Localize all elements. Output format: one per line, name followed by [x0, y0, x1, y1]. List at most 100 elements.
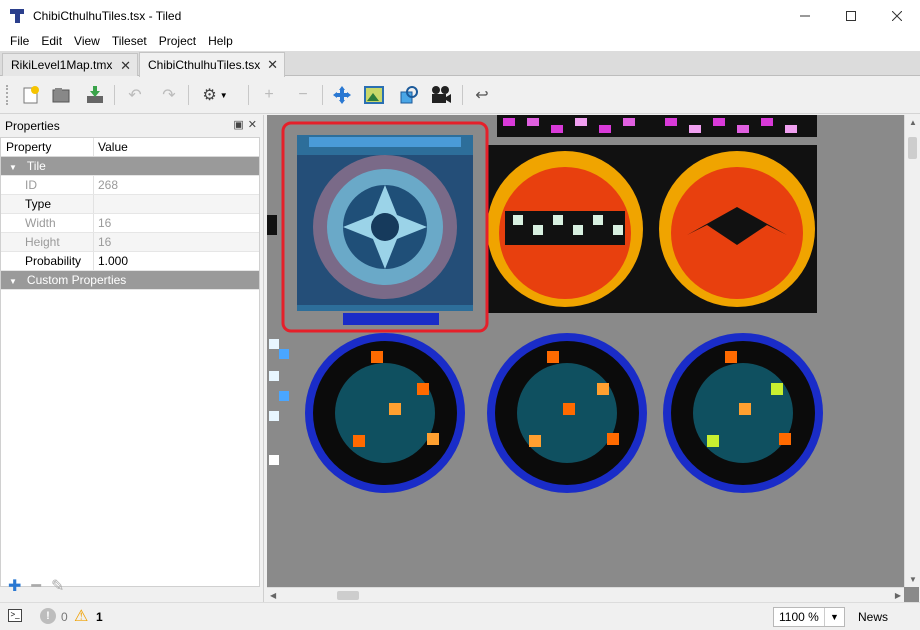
- tileset-canvas[interactable]: [267, 115, 904, 587]
- tab-label: RikiLevel1Map.tmx: [11, 58, 113, 72]
- close-button[interactable]: [874, 0, 920, 31]
- property-value[interactable]: 1.000: [94, 252, 128, 270]
- group-custom-properties[interactable]: ▼ Custom Properties: [1, 271, 259, 290]
- close-icon[interactable]: ✕: [267, 57, 278, 73]
- property-name: Height: [1, 233, 94, 251]
- menu-view[interactable]: View: [68, 34, 106, 48]
- tab-label: ChibiCthulhuTiles.tsx: [148, 58, 261, 72]
- horizontal-scrollbar[interactable]: ◀ ▶: [267, 587, 904, 602]
- redo-icon: ↷: [162, 87, 176, 104]
- scroll-down-icon[interactable]: ▼: [909, 575, 917, 584]
- warning-icon[interactable]: ⚠: [74, 606, 88, 626]
- zoom-combobox[interactable]: 1100 % ▼: [773, 607, 845, 627]
- news-button[interactable]: News: [858, 610, 888, 624]
- vertical-scrollbar[interactable]: ▲ ▼: [904, 115, 919, 587]
- zoom-value: 1100 %: [779, 610, 819, 624]
- collapse-icon: ▼: [9, 277, 17, 286]
- close-panel-icon[interactable]: ✕: [248, 118, 257, 131]
- column-value[interactable]: Value: [94, 138, 128, 156]
- animation-icon: [432, 86, 451, 103]
- console-icon[interactable]: >_: [8, 609, 22, 622]
- tile-dark-1[interactable]: [305, 313, 465, 493]
- animation-editor-button[interactable]: [430, 84, 452, 106]
- property-value: 16: [98, 216, 112, 230]
- tile-dark-2[interactable]: [487, 333, 647, 493]
- add-button[interactable]: +: [258, 84, 280, 106]
- minimize-button[interactable]: [782, 0, 828, 31]
- document-tabs: RikiLevel1Map.tmx ✕ ChibiCthulhuTiles.ts…: [0, 51, 920, 77]
- property-value[interactable]: [94, 195, 98, 213]
- scroll-thumb[interactable]: [908, 137, 917, 159]
- rename-property-icon[interactable]: ✎: [51, 576, 64, 596]
- menu-file[interactable]: File: [4, 34, 35, 48]
- menu-tileset[interactable]: Tileset: [106, 34, 153, 48]
- property-name: ID: [1, 176, 94, 194]
- move-icon: [333, 86, 351, 104]
- properties-footer: ✚ ━ ✎: [8, 576, 64, 596]
- settings-icon: ⚙: [202, 87, 217, 104]
- error-count: 0: [61, 610, 68, 624]
- column-property[interactable]: Property: [1, 138, 94, 156]
- group-tile[interactable]: ▼ Tile: [1, 157, 259, 176]
- tileset-view[interactable]: ▲ ▼ ◀ ▶: [267, 115, 919, 602]
- menu-project[interactable]: Project: [153, 34, 202, 48]
- back-icon: ↩: [475, 87, 489, 104]
- group-label: Custom Properties: [26, 273, 127, 287]
- window-title: ChibiCthulhuTiles.tsx - Tiled: [33, 8, 182, 23]
- panel-buttons: ▣ ✕: [233, 118, 257, 131]
- chevron-down-icon: ▼: [219, 90, 228, 100]
- open-button[interactable]: [50, 84, 72, 106]
- remove-property-icon[interactable]: ━: [31, 576, 41, 596]
- tab-rikilevel1map[interactable]: RikiLevel1Map.tmx ✕: [2, 53, 138, 76]
- undo-icon: ↶: [128, 87, 142, 104]
- new-tileset-button[interactable]: [20, 84, 42, 106]
- scroll-right-icon[interactable]: ▶: [895, 591, 901, 600]
- table-header: Property Value: [1, 138, 259, 157]
- property-name: Width: [1, 214, 94, 232]
- image-icon: [364, 86, 384, 104]
- maximize-button[interactable]: [828, 0, 874, 31]
- maximize-icon: [846, 10, 856, 21]
- remove-icon: −: [298, 86, 308, 103]
- tile-orange-2[interactable]: [652, 145, 817, 313]
- redo-button[interactable]: ↷: [158, 84, 180, 106]
- minimize-icon: [800, 15, 810, 16]
- tiled-logo-icon: [9, 8, 25, 24]
- chevron-down-icon[interactable]: ▼: [824, 608, 844, 626]
- new-tileset-icon: [23, 86, 39, 104]
- tile-dark-3[interactable]: [663, 333, 823, 493]
- scroll-up-icon[interactable]: ▲: [909, 118, 917, 127]
- undo-button[interactable]: ↶: [124, 84, 146, 106]
- move-button[interactable]: [331, 84, 353, 106]
- collision-editor-button[interactable]: [398, 84, 420, 106]
- edit-image-button[interactable]: [363, 84, 385, 106]
- table-row[interactable]: Type: [1, 195, 259, 214]
- menu-edit[interactable]: Edit: [35, 34, 68, 48]
- selected-tile[interactable]: [297, 135, 473, 311]
- open-icon: [52, 88, 70, 103]
- tileset-settings-dropdown[interactable]: ⚙ ▼: [196, 84, 234, 106]
- shapes-icon: [400, 86, 418, 104]
- tile-orange-1[interactable]: [487, 145, 652, 313]
- table-row[interactable]: Height 16: [1, 233, 259, 252]
- tab-chibicthulhutiles[interactable]: ChibiCthulhuTiles.tsx ✕: [139, 52, 285, 77]
- add-icon: +: [264, 86, 274, 103]
- properties-table: Property Value ▼ Tile ID 268 Type Width 1…: [0, 137, 260, 587]
- add-property-icon[interactable]: ✚: [8, 576, 21, 596]
- properties-panel: Properties ▣ ✕ Property Value ▼ Tile ID 2…: [0, 115, 264, 602]
- table-row[interactable]: Width 16: [1, 214, 259, 233]
- error-icon[interactable]: !: [40, 608, 56, 624]
- close-icon[interactable]: ✕: [120, 58, 131, 74]
- table-row[interactable]: ID 268: [1, 176, 259, 195]
- table-row[interactable]: Probability 1.000: [1, 252, 259, 271]
- back-button[interactable]: ↩: [471, 84, 493, 106]
- remove-button[interactable]: −: [292, 84, 314, 106]
- float-panel-icon[interactable]: ▣: [233, 118, 243, 131]
- collapse-icon: ▼: [9, 163, 17, 172]
- scroll-thumb[interactable]: [337, 591, 359, 600]
- panel-title: Properties: [5, 119, 60, 133]
- save-button[interactable]: [84, 84, 106, 106]
- menu-help[interactable]: Help: [202, 34, 239, 48]
- toolbar-grip[interactable]: [6, 85, 9, 105]
- scroll-left-icon[interactable]: ◀: [270, 591, 276, 600]
